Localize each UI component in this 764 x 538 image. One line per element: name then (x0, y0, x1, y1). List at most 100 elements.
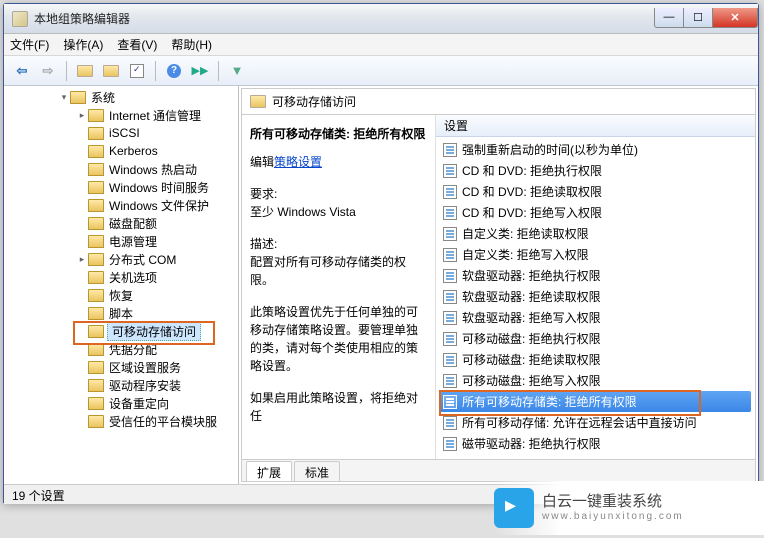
folder-icon (88, 289, 104, 302)
maximize-button[interactable]: ☐ (683, 8, 713, 28)
list-item[interactable]: 软盘驱动器: 拒绝写入权限 (440, 307, 751, 328)
tree-item-label: 系统 (89, 89, 117, 106)
tree-item-label: 驱动程序安装 (107, 377, 183, 394)
tree-item[interactable]: 驱动程序安装 (4, 376, 238, 394)
titlebar[interactable]: 本地组策略编辑器 — ☐ ✕ (4, 4, 758, 34)
view-tabs: 扩展 标准 (242, 459, 755, 481)
tree-item[interactable]: Windows 文件保护 (4, 196, 238, 214)
tree-item[interactable]: 关机选项 (4, 268, 238, 286)
list-item-label: 磁带驱动器: 拒绝执行权限 (462, 435, 601, 452)
tree-item[interactable]: 凭据分配 (4, 340, 238, 358)
menu-action[interactable]: 操作(A) (63, 36, 103, 53)
folder-icon (88, 307, 104, 320)
list-item[interactable]: 自定义类: 拒绝写入权限 (440, 244, 751, 265)
list-item[interactable]: 自定义类: 拒绝读取权限 (440, 223, 751, 244)
list-item[interactable]: 所有可移动存储类: 拒绝所有权限 (440, 391, 751, 412)
tree-item[interactable]: Windows 时间服务 (4, 178, 238, 196)
list-item[interactable]: 所有可移动存储: 允许在远程会话中直接访问 (440, 412, 751, 433)
tree-item[interactable]: 恢复 (4, 286, 238, 304)
expand-toggle-icon[interactable]: ▸ (76, 254, 88, 265)
close-button[interactable]: ✕ (712, 8, 758, 28)
list-item-label: 所有可移动存储类: 拒绝所有权限 (462, 393, 637, 410)
tree-item-label: 分布式 COM (107, 251, 178, 268)
list-item-label: 软盘驱动器: 拒绝执行权限 (462, 267, 601, 284)
list-item[interactable]: CD 和 DVD: 拒绝执行权限 (440, 160, 751, 181)
folder-icon (88, 379, 104, 392)
policy-icon (443, 227, 457, 241)
folder-icon (70, 91, 86, 104)
filter-button[interactable]: ▼ (225, 59, 249, 83)
folder-icon (88, 163, 104, 176)
expand-toggle-icon[interactable]: ▾ (58, 92, 70, 103)
list-item[interactable]: 磁带驱动器: 拒绝执行权限 (440, 433, 751, 454)
folder-icon (88, 127, 104, 140)
description-p2: 此策略设置优先于任何单独的可移动存储策略设置。要管理单独的类，请对每个类使用相应… (250, 303, 427, 375)
description-label: 描述: (250, 235, 427, 253)
tree-item[interactable]: 可移动存储访问 (4, 322, 238, 340)
list-item[interactable]: CD 和 DVD: 拒绝读取权限 (440, 181, 751, 202)
tree-item[interactable]: 脚本 (4, 304, 238, 322)
tree-item[interactable]: 受信任的平台模块服 (4, 412, 238, 430)
properties-button[interactable] (125, 59, 149, 83)
menu-help[interactable]: 帮助(H) (171, 36, 212, 53)
minimize-button[interactable]: — (654, 8, 684, 28)
tree-item-label: 受信任的平台模块服 (107, 413, 219, 430)
tab-standard[interactable]: 标准 (294, 461, 340, 481)
policy-icon (443, 374, 457, 388)
list-item[interactable]: 可移动磁盘: 拒绝读取权限 (440, 349, 751, 370)
list-item[interactable]: 可移动磁盘: 拒绝执行权限 (440, 328, 751, 349)
tree-item[interactable]: ▾ 系统 (4, 88, 238, 106)
show-tree-button[interactable] (99, 59, 123, 83)
list-item[interactable]: 强制重新启动的时间(以秒为单位) (440, 139, 751, 160)
forward-button: ⇨ (36, 59, 60, 83)
gpedit-window: 本地组策略编辑器 — ☐ ✕ 文件(F) 操作(A) 查看(V) 帮助(H) ⇦… (3, 3, 759, 503)
tree-item-label: 恢复 (107, 287, 135, 304)
list-item[interactable]: 可移动磁盘: 拒绝写入权限 (440, 370, 751, 391)
tree-item[interactable]: 设备重定向 (4, 394, 238, 412)
policy-list[interactable]: 强制重新启动的时间(以秒为单位)CD 和 DVD: 拒绝执行权限CD 和 DVD… (436, 137, 755, 459)
folder-icon (88, 235, 104, 248)
list-column-header[interactable]: 设置 (436, 115, 755, 137)
tree-item[interactable]: 区域设置服务 (4, 358, 238, 376)
folder-icon (88, 199, 104, 212)
tree-item[interactable]: 电源管理 (4, 232, 238, 250)
tree-item-label: Windows 时间服务 (107, 179, 211, 196)
tree-item-label: 可移动存储访问 (107, 322, 201, 341)
tree-item[interactable]: Windows 热启动 (4, 160, 238, 178)
policy-icon (443, 332, 457, 346)
tree-item[interactable]: 磁盘配额 (4, 214, 238, 232)
help-button[interactable]: ? (162, 59, 186, 83)
menu-file[interactable]: 文件(F) (10, 36, 49, 53)
tree-item[interactable]: Kerberos (4, 142, 238, 160)
back-button[interactable]: ⇦ (10, 59, 34, 83)
edit-policy-link[interactable]: 策略设置 (274, 155, 322, 169)
list-item-label: 所有可移动存储: 允许在远程会话中直接访问 (462, 414, 697, 431)
tree-item[interactable]: ▸ 分布式 COM (4, 250, 238, 268)
policy-icon (443, 143, 457, 157)
tab-extended[interactable]: 扩展 (246, 461, 292, 481)
status-text: 19 个设置 (12, 489, 65, 503)
path-label: 可移动存储访问 (272, 93, 356, 110)
list-item[interactable]: 软盘驱动器: 拒绝执行权限 (440, 265, 751, 286)
tree-item-label: 电源管理 (107, 233, 159, 250)
window-title: 本地组策略编辑器 (34, 10, 655, 27)
description-p1: 配置对所有可移动存储类的权限。 (250, 253, 427, 289)
list-item[interactable]: CD 和 DVD: 拒绝写入权限 (440, 202, 751, 223)
policy-icon (443, 311, 457, 325)
action-button[interactable]: ▶▶ (188, 59, 212, 83)
status-bar: 19 个设置 (4, 484, 758, 504)
folder-icon (88, 361, 104, 374)
list-item[interactable]: 软盘驱动器: 拒绝读取权限 (440, 286, 751, 307)
requirements-value: 至少 Windows Vista (250, 203, 427, 221)
tree-item[interactable]: ▸Internet 通信管理 (4, 106, 238, 124)
expand-toggle-icon[interactable]: ▸ (76, 110, 88, 121)
menu-view[interactable]: 查看(V) (117, 36, 157, 53)
tree-item[interactable]: iSCSI (4, 124, 238, 142)
folder-icon (88, 415, 104, 428)
policy-icon (443, 164, 457, 178)
folder-icon (88, 109, 104, 122)
policy-icon (443, 437, 457, 451)
tree-pane[interactable]: ▾ 系统▸Internet 通信管理iSCSIKerberosWindows 热启… (4, 86, 239, 484)
up-level-button[interactable] (73, 59, 97, 83)
folder-icon (88, 271, 104, 284)
